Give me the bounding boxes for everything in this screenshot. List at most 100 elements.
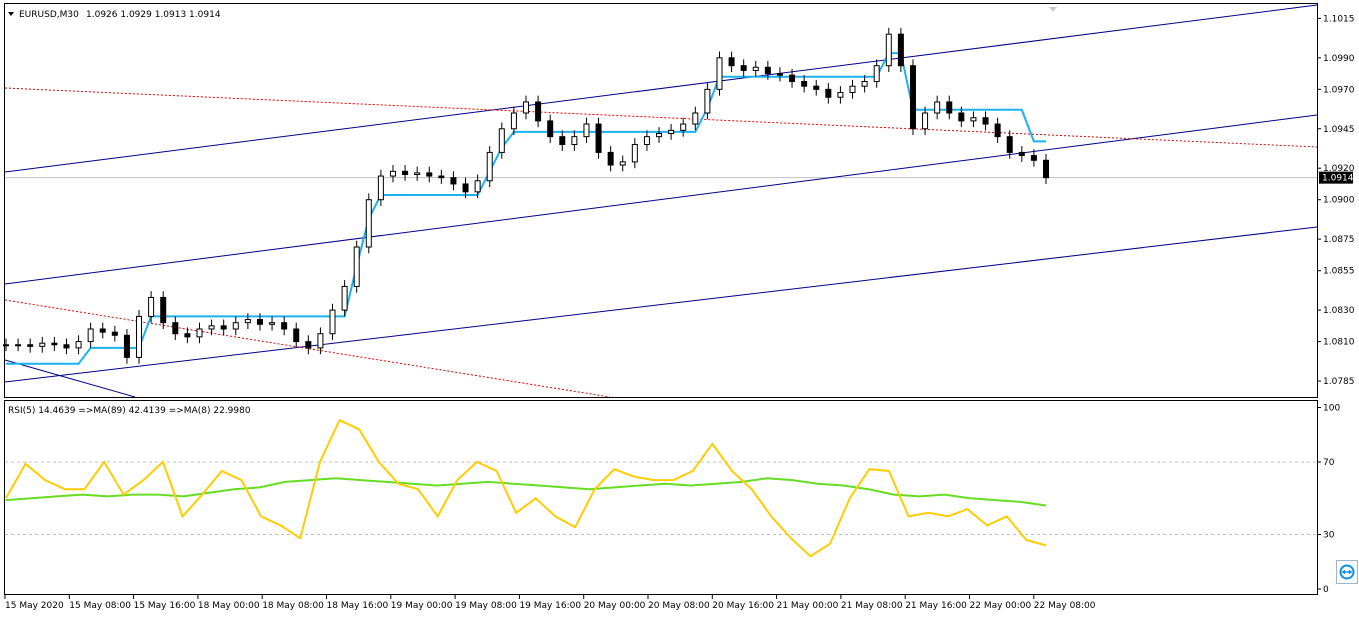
candle [764,66,771,75]
candle [643,136,650,146]
candle [281,322,288,330]
candle [680,123,687,131]
time-tick-label: 15 May 2020 [5,601,64,611]
chart-canvas[interactable]: 1.10151.09901.09701.09451.09201.09001.08… [0,0,1359,619]
time-tick-label: 18 May 08:00 [262,601,324,611]
candle [63,344,70,349]
candle [861,80,868,87]
candle [704,88,711,114]
candle [873,65,880,82]
candle [87,328,94,343]
candle [172,322,179,335]
candle [438,175,445,179]
time-tick-label: 18 May 16:00 [327,601,389,611]
candle [414,172,421,175]
candle [353,246,360,287]
candle [946,101,953,114]
time-tick-label: 19 May 16:00 [519,601,581,611]
candle [837,92,844,98]
time-tick-label: 18 May 00:00 [198,601,260,611]
candle [885,33,892,67]
rsi-tick-label: 100 [1323,404,1340,414]
candle [692,112,699,125]
candle [244,319,251,324]
candle [99,328,106,333]
time-tick-label: 21 May 08:00 [841,601,903,611]
price-tick-label: 1.0990 [1323,54,1355,64]
symbol-label: EURUSD,M30 [19,10,79,20]
candle [728,57,735,67]
candle [716,57,723,90]
candle [958,112,965,122]
price-tick-label: 1.0945 [1323,125,1355,135]
candle [426,172,433,177]
candle [232,322,239,330]
candle [160,296,167,324]
time-tick-label: 22 May 00:00 [970,601,1032,611]
teamviewer-icon[interactable] [1336,560,1358,584]
candle [474,180,481,193]
candle [256,319,263,325]
candle [208,325,215,330]
candle [813,85,820,90]
candle [269,322,276,325]
price-tick-label: 1.1015 [1323,14,1355,24]
rsi-tick-label: 30 [1323,531,1335,541]
price-tick-label: 1.0900 [1323,196,1355,206]
candle [462,183,469,193]
candle [571,136,578,146]
candle [305,341,312,349]
candle [595,123,602,153]
price-tick-label: 1.0970 [1323,85,1355,95]
candle [123,334,130,358]
candle [220,325,227,330]
candle [15,344,22,347]
candle [1018,151,1025,157]
time-tick-label: 20 May 08:00 [648,601,710,611]
candle [849,85,856,94]
candle [136,315,143,358]
candle [1006,136,1013,153]
candle [27,344,34,347]
rsi-panel[interactable] [4,400,1318,595]
candle [498,128,505,153]
candle [3,344,9,347]
candle [51,342,58,346]
candle [607,151,614,166]
candle [329,309,336,335]
time-tick-label: 15 May 08:00 [69,601,131,611]
candle [970,117,977,122]
candle [486,151,493,182]
time-tick-label: 21 May 00:00 [777,601,839,611]
candle [148,296,155,317]
candle [450,177,457,185]
candle [559,136,566,146]
candle [184,333,191,338]
candle [1043,159,1049,179]
time-tick-label: 20 May 00:00 [584,601,646,611]
candle [389,170,396,177]
candle [75,341,82,349]
candle [752,66,759,71]
candle [341,285,348,311]
candle [402,170,409,175]
candle [377,175,384,201]
time-tick-label: 15 May 16:00 [134,601,196,611]
candle [934,101,941,114]
candle [39,342,46,347]
candle [196,328,203,338]
candle [111,331,118,336]
candle [897,33,904,67]
rsi-indicator-label: RSI(5) 14.4639 =>MA(89) 42.4139 =>MA(8) … [8,406,251,416]
candle [1030,155,1037,161]
candle [656,132,663,138]
candle [365,199,372,248]
candle [583,123,590,138]
candle [801,80,808,87]
candle [293,328,300,343]
time-tick-label: 21 May 16:00 [905,601,967,611]
current-price-label: 1.0914 [1322,174,1354,184]
price-panel[interactable] [4,3,1318,398]
candle [619,161,626,166]
rsi-tick-label: 0 [1323,585,1329,595]
